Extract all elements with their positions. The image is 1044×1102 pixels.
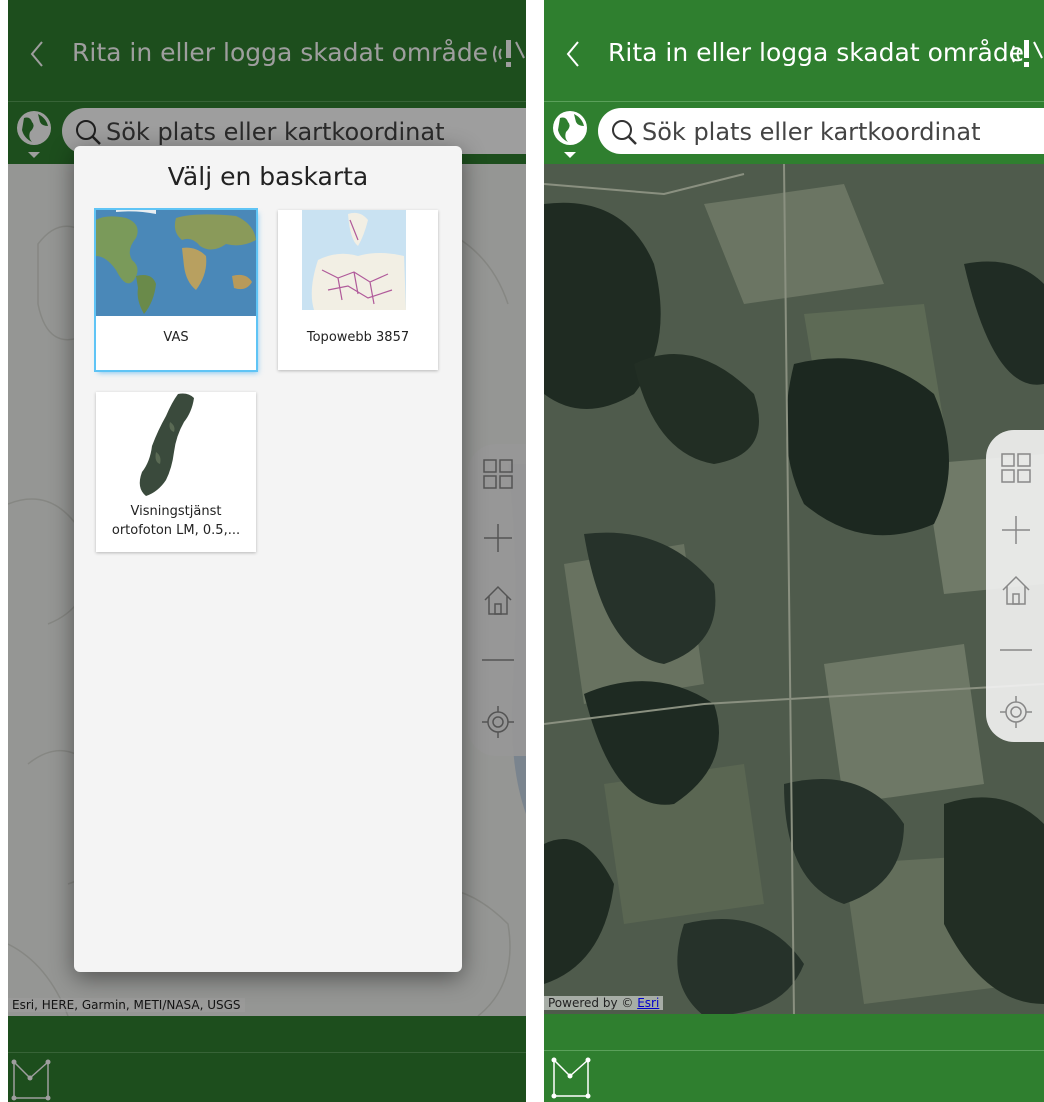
map-attribution: Powered by © Esri bbox=[544, 996, 664, 1010]
basemap-grid-icon[interactable] bbox=[1000, 452, 1032, 484]
world-imagery-thumbnail bbox=[96, 210, 256, 316]
attribution-prefix: Powered by © bbox=[548, 996, 638, 1010]
basemap-label-line: Visningstjänst bbox=[130, 504, 222, 519]
minus-icon[interactable] bbox=[1000, 634, 1032, 666]
home-icon[interactable] bbox=[1000, 574, 1032, 606]
toolbar-divider bbox=[544, 1050, 1044, 1051]
basemap-label-line: ortofoton LM, 0.5,... bbox=[111, 523, 241, 538]
bottom-toolbar bbox=[544, 1014, 1044, 1102]
pin-signal-icon[interactable] bbox=[1008, 32, 1044, 72]
basemap-card-topowebb[interactable]: Topowebb 3857 bbox=[278, 210, 438, 370]
page-title: Rita in eller logga skadat område bbox=[608, 38, 1025, 67]
map-controls bbox=[986, 430, 1044, 742]
search-bar: Sök plats eller kartkoordinat bbox=[544, 102, 1044, 164]
left-screen: Rita in eller logga skadat område Sök pl… bbox=[8, 0, 526, 1102]
search-icon bbox=[612, 120, 637, 145]
basemap-gallery: Välj en baskarta VAS Topowebb 3857 Visni… bbox=[74, 146, 462, 972]
basemap-label: Visningstjänst ortofoton LM, 0.5,... bbox=[100, 502, 252, 540]
esri-link[interactable]: Esri bbox=[637, 996, 659, 1010]
basemap-label: Topowebb 3857 bbox=[306, 330, 410, 345]
title-bar: Rita in eller logga skadat område bbox=[544, 0, 1044, 102]
map-view[interactable]: Powered by © Esri bbox=[544, 164, 1044, 1016]
satellite-map-background bbox=[544, 164, 1044, 1016]
globe-icon[interactable] bbox=[550, 108, 590, 160]
basemap-label: VAS bbox=[163, 330, 189, 345]
back-chevron-icon[interactable] bbox=[560, 34, 586, 74]
locate-icon[interactable] bbox=[1000, 696, 1032, 728]
search-input[interactable]: Sök plats eller kartkoordinat bbox=[598, 108, 1044, 154]
basemap-card-ortofoton[interactable]: Visningstjänst ortofoton LM, 0.5,... bbox=[96, 392, 256, 552]
plus-icon[interactable] bbox=[1000, 514, 1032, 546]
draw-polygon-icon[interactable] bbox=[550, 1054, 592, 1100]
search-placeholder: Sök plats eller kartkoordinat bbox=[642, 118, 981, 146]
right-screen: Rita in eller logga skadat område Sök pl… bbox=[544, 0, 1044, 1102]
gallery-title: Välj en baskarta bbox=[167, 162, 369, 191]
europe-topo-thumbnail bbox=[278, 210, 438, 316]
basemap-card-vas[interactable]: VAS bbox=[96, 210, 256, 370]
sweden-ortho-thumbnail bbox=[96, 392, 256, 498]
